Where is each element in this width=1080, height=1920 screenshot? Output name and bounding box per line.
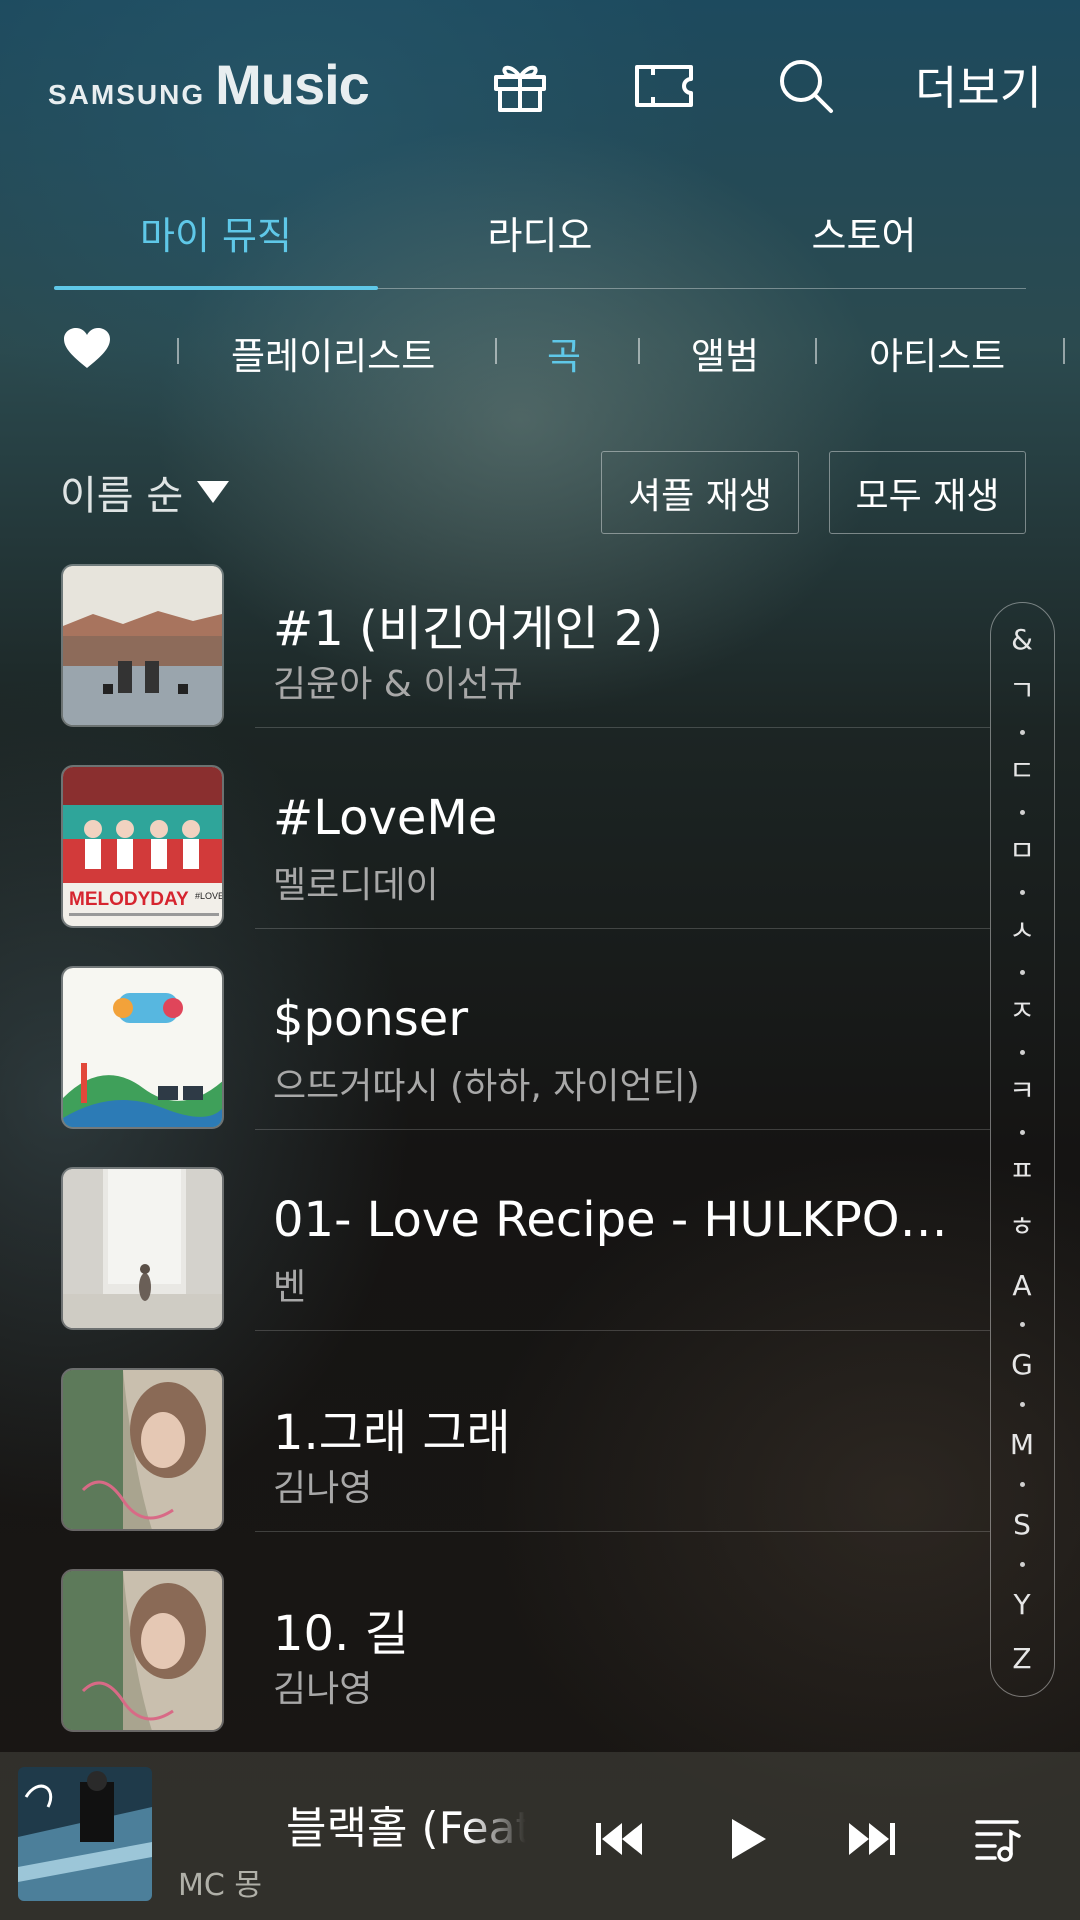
queue-icon[interactable] — [963, 1804, 1033, 1874]
index-letter[interactable]: A — [991, 1269, 1053, 1302]
index-letter[interactable]: ㄱ — [991, 669, 1053, 709]
index-dot — [1020, 890, 1025, 895]
album-art-thumbnail — [61, 966, 224, 1129]
now-playing-title: 블랙홀 (Feat. — [286, 1803, 526, 1854]
gift-icon[interactable] — [488, 56, 552, 116]
index-letter[interactable]: G — [991, 1348, 1053, 1381]
logo-music-text: Music — [215, 53, 370, 116]
album-art-thumbnail — [61, 1167, 224, 1330]
heart-icon[interactable] — [64, 328, 110, 374]
song-artist: 김나영 — [273, 1669, 373, 1710]
app-header: SAMSUNG Music 더보기 — [0, 0, 1080, 170]
index-dot — [1020, 970, 1025, 975]
subtab-divider — [815, 338, 817, 364]
song-artist: 벤 — [273, 1267, 307, 1308]
index-letter[interactable]: ㅁ — [991, 829, 1053, 869]
album-art-thumbnail: MELODYDAY #LOVE ME — [61, 765, 224, 928]
index-letter[interactable]: Y — [991, 1588, 1053, 1621]
subtab-albums[interactable]: 앨범 — [691, 326, 759, 380]
previous-icon[interactable] — [585, 1804, 655, 1874]
song-title: #LoveMe — [273, 790, 498, 846]
song-row[interactable]: 01- Love Recipe - HULKPOP... 벤 — [0, 1166, 990, 1367]
index-letter[interactable]: ㅈ — [991, 989, 1053, 1029]
search-icon[interactable] — [774, 56, 838, 116]
song-row[interactable]: #1 (비긴어게인 2) 김윤아 & 이선규 — [0, 563, 990, 764]
album-art-text: #LOVE ME — [195, 891, 224, 901]
album-art-thumbnail — [61, 564, 224, 727]
alphabet-index-scroller[interactable]: & ㄱ ㄷ ㅁ ㅅ ㅈ ㅋ ㅍ ㅎ A G M S Y Z — [990, 602, 1055, 1697]
song-title: #1 (비긴어게인 2) — [273, 601, 664, 657]
row-divider — [255, 928, 990, 929]
index-dot — [1020, 1130, 1025, 1135]
index-letter[interactable]: ㄷ — [991, 749, 1053, 789]
subtab-songs[interactable]: 곡 — [547, 326, 581, 380]
sort-dropdown[interactable]: 이름 순 — [60, 463, 230, 521]
now-playing-album-art[interactable] — [18, 1767, 152, 1901]
song-artist: 김나영 — [273, 1468, 373, 1509]
song-row[interactable]: 10. 길 김나영 — [0, 1568, 990, 1769]
next-icon[interactable] — [836, 1804, 906, 1874]
mini-player[interactable]: 블랙홀 (Feat. MC 몽 — [0, 1752, 1080, 1920]
index-letter[interactable]: Z — [991, 1642, 1053, 1675]
main-tabs: 마이 뮤직 라디오 스토어 — [54, 195, 1026, 290]
tab-radio[interactable]: 라디오 — [378, 195, 702, 288]
index-dot — [1020, 810, 1025, 815]
subtab-divider — [1063, 338, 1065, 364]
sort-label: 이름 순 — [60, 473, 184, 519]
subtab-divider — [177, 338, 179, 364]
song-list: #1 (비긴어게인 2) 김윤아 & 이선규 MELODYDAY #LOVE M… — [0, 563, 990, 1769]
index-letter[interactable]: M — [991, 1428, 1053, 1461]
play-all-button[interactable]: 모두 재생 — [829, 451, 1026, 534]
subtab-artists[interactable]: 아티스트 — [869, 326, 1005, 380]
row-divider — [255, 1330, 990, 1331]
subtab-playlists[interactable]: 플레이리스트 — [231, 326, 435, 380]
song-artist: 으뜨거따시 (하하, 자이언티) — [273, 1066, 700, 1107]
song-title: 10. 길 — [273, 1606, 409, 1662]
caret-down-icon — [197, 481, 230, 503]
index-letter[interactable]: S — [991, 1508, 1053, 1541]
song-row[interactable]: 1.그래 그래 김나영 — [0, 1367, 990, 1568]
index-letter[interactable]: ㅍ — [991, 1149, 1053, 1189]
song-title: 01- Love Recipe - HULKPOP... — [273, 1192, 963, 1248]
index-letter[interactable]: ㅋ — [991, 1069, 1053, 1109]
index-dot — [1020, 1482, 1025, 1487]
row-divider — [255, 727, 990, 728]
index-dot — [1020, 730, 1025, 735]
album-art-thumbnail — [61, 1569, 224, 1732]
tab-store[interactable]: 스토어 — [702, 195, 1026, 288]
tab-my-music[interactable]: 마이 뮤직 — [54, 195, 378, 290]
logo-samsung-text: SAMSUNG — [48, 79, 206, 110]
now-playing-artist: MC 몽 — [178, 1868, 262, 1903]
song-row[interactable]: MELODYDAY #LOVE ME #LoveMe 멜로디데이 — [0, 764, 990, 965]
index-dot — [1020, 1050, 1025, 1055]
index-dot — [1020, 1322, 1025, 1327]
library-subtabs: 플레이리스트 곡 앨범 아티스트 — [0, 320, 1080, 380]
index-dot — [1020, 1402, 1025, 1407]
index-letter[interactable]: ㅅ — [991, 909, 1053, 949]
song-artist: 멜로디데이 — [273, 865, 439, 906]
album-art-text: MELODYDAY — [69, 889, 189, 910]
more-menu-button[interactable]: 더보기 — [915, 52, 1042, 118]
row-divider — [255, 1531, 990, 1532]
ticket-icon[interactable] — [632, 56, 696, 116]
samsung-music-logo: SAMSUNG Music — [48, 52, 370, 117]
subtab-divider — [638, 338, 640, 364]
index-dot — [1020, 1562, 1025, 1567]
index-letter[interactable]: & — [991, 623, 1053, 656]
album-art-thumbnail — [61, 1368, 224, 1531]
index-letter[interactable]: ㅎ — [991, 1205, 1053, 1245]
song-title: 1.그래 그래 — [273, 1405, 511, 1461]
row-divider — [255, 1129, 990, 1130]
song-title: $ponser — [273, 991, 469, 1047]
song-row[interactable]: $ponser 으뜨거따시 (하하, 자이언티) — [0, 965, 990, 1166]
song-artist: 김윤아 & 이선규 — [273, 664, 523, 705]
play-icon[interactable] — [713, 1804, 783, 1874]
subtab-divider — [495, 338, 497, 364]
shuffle-play-button[interactable]: 셔플 재생 — [601, 451, 799, 534]
